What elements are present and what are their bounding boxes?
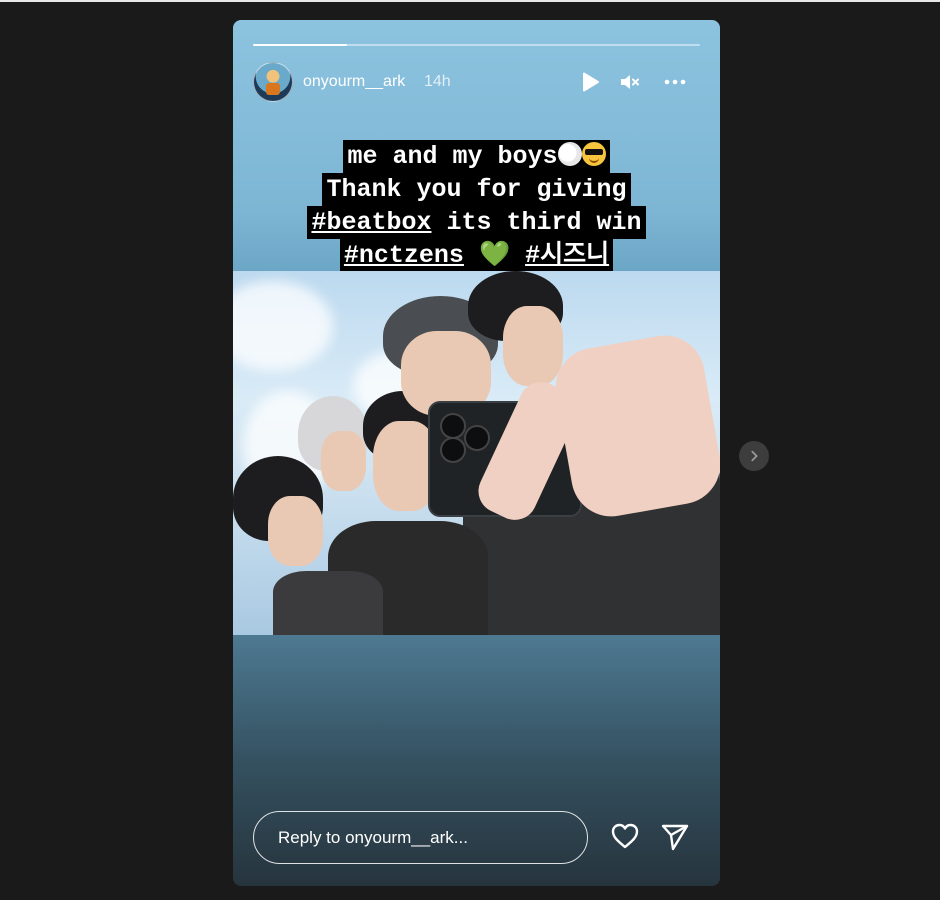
- person-face: [268, 496, 323, 566]
- story-progress-fill: [253, 44, 347, 46]
- more-icon[interactable]: [663, 70, 687, 94]
- story-header: onyourm__ark 14h: [253, 62, 700, 102]
- next-story-button[interactable]: [739, 441, 769, 471]
- reply-input[interactable]: [253, 811, 588, 864]
- avatar[interactable]: [253, 62, 293, 102]
- story-timestamp: 14h: [424, 73, 451, 90]
- sunglasses-emoji: [581, 142, 606, 166]
- green-heart-emoji: 💚: [463, 241, 526, 270]
- username-link[interactable]: onyourm__ark: [303, 73, 405, 91]
- caption-line-2: Thank you for giving: [322, 173, 631, 206]
- thought-bubble-emoji: [557, 142, 582, 166]
- camera-lens: [440, 437, 466, 463]
- caption-line-3: #beatbox its third win: [307, 206, 646, 239]
- cloud-shape: [233, 281, 333, 371]
- mute-icon[interactable]: [618, 70, 642, 94]
- hashtag-beatbox[interactable]: #beatbox: [311, 208, 431, 237]
- camera-lens: [440, 413, 466, 439]
- story-caption: me and my boys Thank you for giving #bea…: [253, 140, 700, 272]
- caption-line-4: #nctzens 💚 #시즈니: [339, 239, 614, 272]
- person-face: [321, 431, 366, 491]
- story-progress-bar: [253, 44, 700, 46]
- story-viewer: onyourm__ark 14h me and my boys Thank yo…: [233, 20, 720, 886]
- story-photo: [233, 271, 720, 635]
- hand: [549, 329, 720, 523]
- heart-icon[interactable]: [610, 821, 640, 851]
- chevron-right-icon: [751, 450, 758, 462]
- window-top-border: [0, 0, 940, 2]
- hashtag-nctzens[interactable]: #nctzens: [344, 241, 464, 270]
- send-icon[interactable]: [660, 821, 690, 851]
- hashtag-sijeuni[interactable]: #시즈니: [525, 241, 609, 270]
- person-torso: [273, 571, 383, 635]
- person-face: [503, 306, 563, 386]
- camera-lens: [464, 425, 490, 451]
- caption-line-1: me and my boys: [343, 140, 610, 173]
- play-icon[interactable]: [578, 70, 602, 94]
